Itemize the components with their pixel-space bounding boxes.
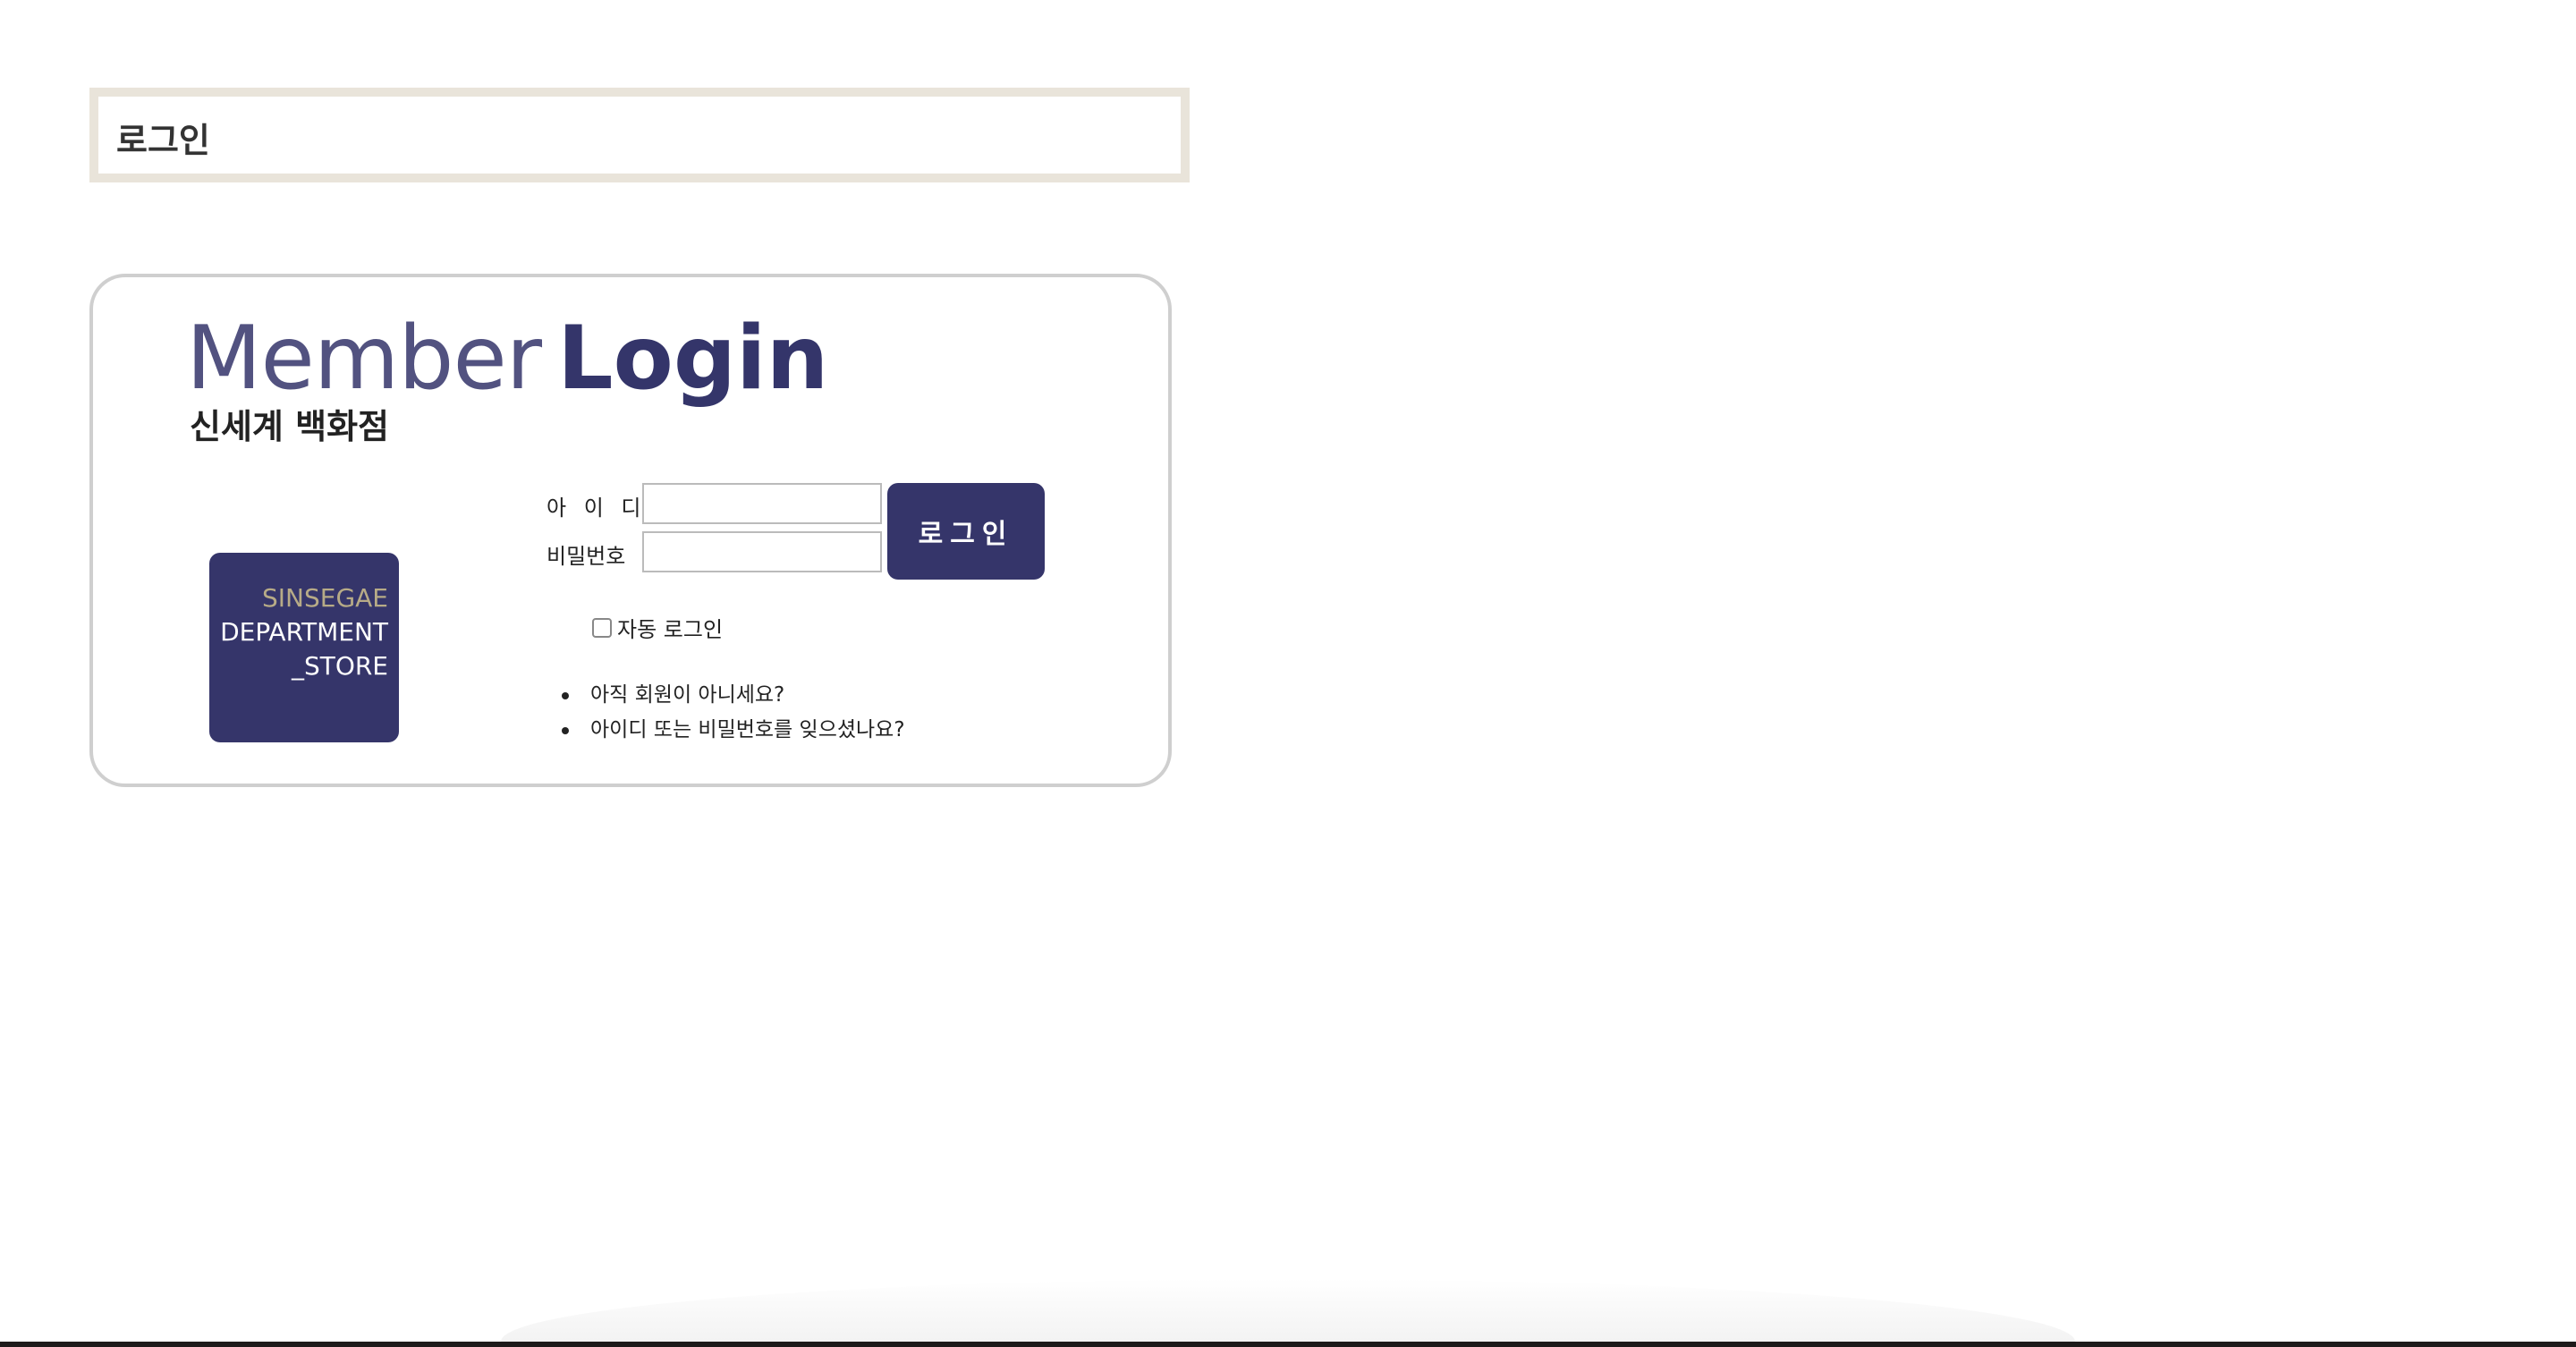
logo-line-2: DEPARTMENT (220, 617, 388, 647)
auto-login-label[interactable]: 자동 로그인 (617, 612, 723, 643)
password-label: 비밀번호 (547, 544, 626, 569)
auto-login-checkbox[interactable] (592, 617, 612, 638)
member-login-heading: Member Login (186, 315, 828, 402)
page-title: 로그인 (116, 121, 210, 160)
login-page: 로그인 Member Login 신세계 백화점 SINSEGAE DEPARTM… (0, 0, 2576, 1347)
store-logo: SINSEGAE DEPARTMENT _STORE (209, 553, 399, 742)
login-panel: Member Login 신세계 백화점 SINSEGAE DEPARTMENT … (89, 274, 1172, 787)
bottom-edge-bar (0, 1342, 2576, 1347)
password-input[interactable] (642, 531, 882, 572)
store-name-subtitle: 신세계 백화점 (190, 407, 389, 446)
login-button[interactable]: 로그인 (887, 483, 1045, 580)
bullet-icon (562, 727, 569, 734)
heading-login-text: Login (557, 308, 829, 410)
forgot-credentials-link-text[interactable]: 아이디 또는 비밀번호를 잊으셨나요? (590, 718, 905, 741)
signup-link-text[interactable]: 아직 회원이 아니세요? (590, 683, 784, 707)
logo-line-1: SINSEGAE (262, 583, 388, 613)
help-links-list: 아직 회원이 아니세요? 아이디 또는 비밀번호를 잊으셨나요? (558, 682, 905, 751)
bullet-icon (562, 692, 569, 699)
signup-link[interactable]: 아직 회원이 아니세요? (558, 682, 905, 716)
auto-login-option[interactable]: 자동 로그인 (592, 612, 723, 643)
id-label: 아 이 디 (547, 496, 647, 521)
bottom-shadow (501, 1279, 2075, 1342)
id-input[interactable] (642, 483, 882, 524)
logo-line-3: _STORE (291, 651, 388, 681)
heading-member-text: Member (186, 308, 542, 410)
page-title-bar: 로그인 (89, 88, 1190, 182)
forgot-credentials-link[interactable]: 아이디 또는 비밀번호를 잊으셨나요? (558, 716, 905, 751)
